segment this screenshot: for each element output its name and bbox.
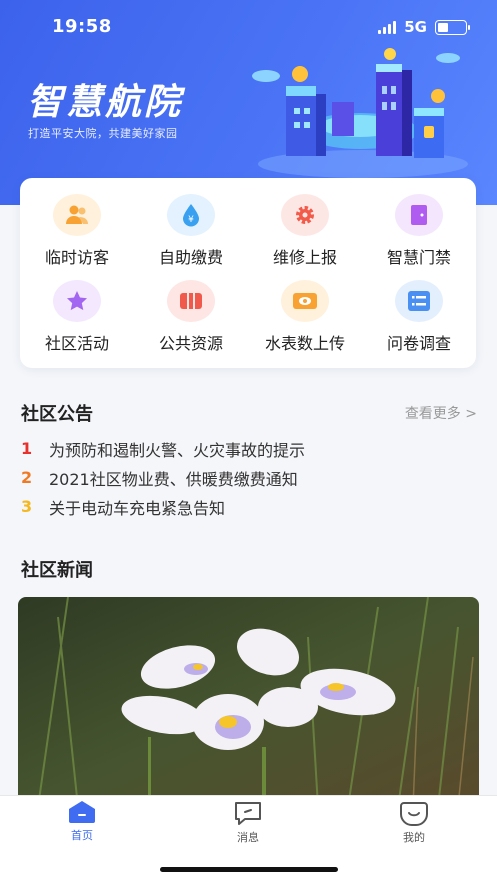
announcement-list: 1 为预防和遏制火警、火灾事故的提示 2 2021社区物业费、供暖费缴费通知 3…: [21, 434, 477, 521]
service-label: 智慧门禁: [386, 248, 451, 267]
service-label: 维修上报: [272, 248, 337, 267]
network-label: 5G: [404, 18, 427, 36]
news-title: 社区新闻: [21, 560, 93, 581]
service-payment[interactable]: ¥ 自助缴费: [134, 188, 248, 274]
home-indicator: [160, 867, 338, 872]
service-label: 问卷调查: [386, 334, 451, 353]
service-label: 公共资源: [158, 334, 223, 353]
service-door[interactable]: 智慧门禁: [362, 188, 476, 274]
tab-home[interactable]: 首页: [37, 800, 127, 843]
service-visitor[interactable]: 临时访客: [20, 188, 134, 274]
announcement-text: 关于电动车充电紧急告知: [49, 498, 226, 518]
service-activity[interactable]: 社区活动: [20, 274, 134, 360]
announcement-item[interactable]: 1 为预防和遏制火警、火灾事故的提示: [21, 434, 477, 463]
news-header: 社区新闻: [21, 556, 477, 582]
tab-messages[interactable]: 消息: [203, 800, 293, 845]
announcement-text: 2021社区物业费、供暖费缴费通知: [49, 469, 298, 489]
announcement-text: 为预防和遏制火警、火灾事故的提示: [49, 440, 306, 460]
announcement-item[interactable]: 2 2021社区物业费、供暖费缴费通知: [21, 463, 477, 492]
announcement-header: 社区公告 查看更多 >: [21, 400, 477, 426]
status-bar: 19:58 5G: [0, 0, 497, 52]
service-label: 临时访客: [44, 248, 109, 267]
map-icon: [167, 280, 215, 322]
announcement-rank: 2: [21, 468, 33, 487]
app-title: 智慧航院: [27, 82, 184, 123]
service-label: 自助缴费: [158, 248, 223, 267]
see-more-link[interactable]: 查看更多 >: [405, 403, 477, 423]
news-image[interactable]: [18, 597, 479, 807]
service-repair[interactable]: 维修上报: [248, 188, 362, 274]
app-slogan: 打造平安大院，共建美好家园: [28, 127, 178, 140]
list-icon: [395, 280, 443, 322]
visitor-icon: [53, 194, 101, 236]
door-icon: [395, 194, 443, 236]
service-label: 社区活动: [44, 334, 109, 353]
smart-city-illustration: [252, 48, 468, 178]
service-meter[interactable]: 水表数上传: [248, 274, 362, 360]
tab-label: 消息: [237, 831, 259, 844]
status-time: 19:58: [52, 16, 112, 37]
announcement-item[interactable]: 3 关于电动车充电紧急告知: [21, 492, 477, 521]
announcement-title: 社区公告: [21, 404, 93, 425]
service-survey[interactable]: 问卷调查: [362, 274, 476, 360]
announcement-rank: 1: [21, 439, 33, 458]
profile-icon: [400, 802, 428, 826]
tab-profile[interactable]: 我的: [369, 800, 459, 845]
star-icon: [53, 280, 101, 322]
battery-icon: [435, 19, 470, 35]
announcement-rank: 3: [21, 497, 33, 516]
header-banner: 19:58 5G 智慧航院 打造平安大院，共建美好家园: [0, 0, 497, 205]
signal-icon: [378, 20, 397, 34]
tab-label: 我的: [403, 831, 425, 844]
service-label: 水表数上传: [264, 334, 345, 353]
svg-text:¥: ¥: [188, 215, 194, 225]
service-grid: 临时访客 ¥ 自助缴费 维修上报 智慧门禁 社区活动 公共资源 水表数上传 问卷…: [20, 178, 476, 368]
tab-label: 首页: [71, 829, 93, 842]
service-resource[interactable]: 公共资源: [134, 274, 248, 360]
meter-icon: [281, 280, 329, 322]
payment-icon: ¥: [167, 194, 215, 236]
home-icon: [69, 801, 95, 823]
repair-icon: [281, 194, 329, 236]
message-icon: [235, 802, 261, 825]
